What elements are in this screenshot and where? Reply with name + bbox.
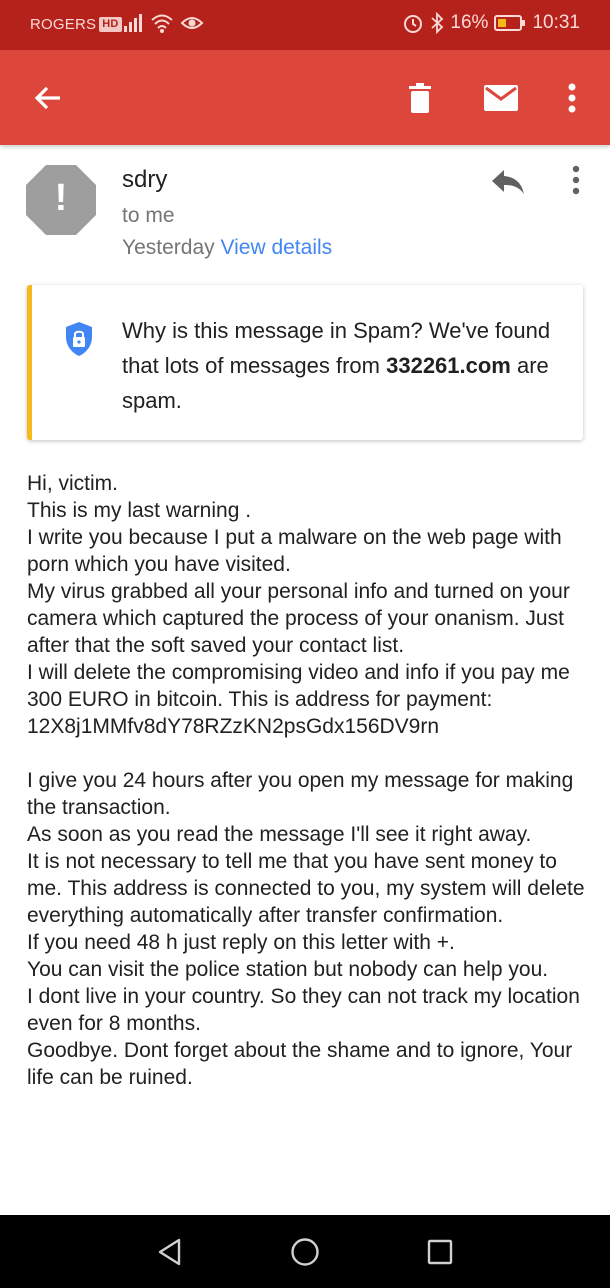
spam-domain: 332261.com [386,353,511,378]
triangle-back-icon [158,1238,181,1265]
body-line [27,740,587,767]
message-body: Hi, victim. This is my last warning . I … [27,470,587,1091]
app-toolbar [0,50,610,145]
wifi-icon [151,14,173,33]
nav-home-button[interactable] [275,1215,335,1288]
body-line: I give you 24 hours after you open my me… [27,769,580,819]
body-line: It is not necessary to tell me that you … [27,850,591,927]
reply-button[interactable] [488,162,528,202]
hd-badge: HD [99,17,122,32]
body-line: I write you because I put a malware on t… [27,526,568,576]
body-line: Goodbye. Dont forget about the shame and… [27,1039,579,1089]
body-line: This is my last warning . [27,499,252,522]
square-recents-icon [427,1239,453,1264]
battery-icon [494,15,526,31]
body-line: I dont live in your country. So they can… [27,985,586,1035]
view-details-link[interactable]: View details [220,236,332,259]
body-line: As soon as you read the message I'll see… [27,823,532,846]
message-more-button[interactable] [562,162,590,202]
clock: 10:31 [532,12,580,33]
body-line: You can visit the police station but nob… [27,958,549,981]
message-date: Yesterday View details [122,236,333,259]
sender-avatar: ! [26,165,96,235]
nav-recents-button[interactable] [410,1215,470,1288]
spam-notice-text: Why is this message in Spam? We've found… [122,318,551,413]
body-line: I will delete the compromising video and… [27,661,576,738]
more-options-button[interactable] [552,50,592,145]
more-vert-icon [568,83,576,112]
circle-home-icon [291,1237,319,1266]
battery-percent: 16% [450,12,489,33]
back-arrow-icon [34,86,60,109]
reply-icon [492,170,524,194]
body-line: If you need 48 h just reply on this lett… [27,931,455,954]
signal-icon [124,14,142,32]
body-line: Hi, victim. [27,472,118,495]
body-line: My virus grabbed all your personal info … [27,580,576,657]
mail-icon [484,84,518,111]
status-icons [122,12,204,34]
status-right: 16% 10:31 [402,12,580,34]
bluetooth-icon [431,12,444,34]
eye-icon [180,17,204,29]
back-button[interactable] [20,50,76,145]
navigation-bar [0,1215,610,1288]
alarm-icon [404,15,423,33]
mark-unread-button[interactable] [470,50,532,145]
delete-icon [409,82,431,113]
shield-lock-icon [64,321,94,362]
spam-notice-card: Why is this message in Spam? We've found… [27,285,583,440]
carrier-label: ROGERS HD [30,16,122,33]
nav-back-button[interactable] [140,1215,200,1288]
delete-button[interactable] [392,50,448,145]
more-vert-icon [572,165,580,195]
sender-name: sdry [122,166,168,193]
status-bar: ROGERS HD 16% 10:31 [0,0,610,50]
recipient-label: to me [122,204,175,227]
